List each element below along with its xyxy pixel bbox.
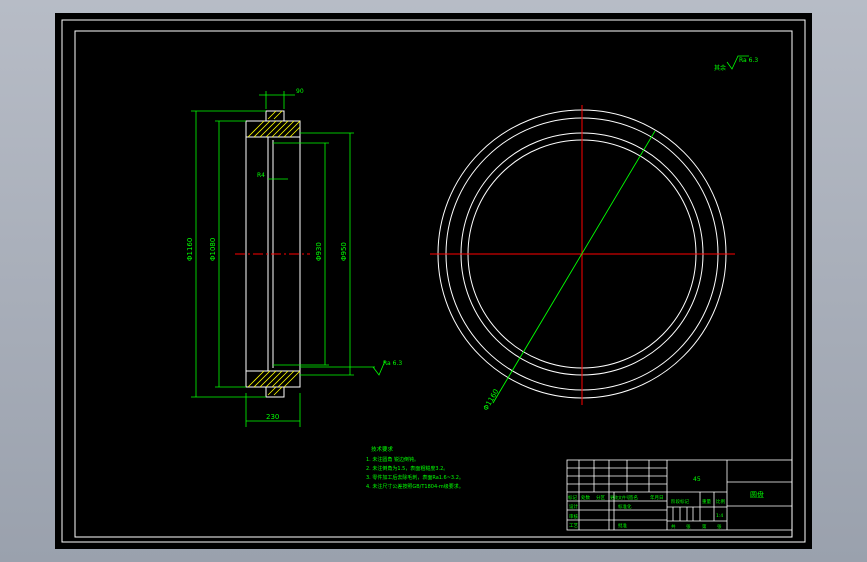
tech-heading: 技术要求 — [371, 445, 394, 453]
section-view[interactable]: Φ1160 Φ1080 Φ930 Φ950 230 90 R4 Ra 6.3 — [186, 88, 402, 427]
weight-label: 重量 — [702, 498, 711, 505]
cad-viewer: Φ1160 Φ1080 Φ930 Φ950 230 90 R4 Ra 6.3 Φ… — [0, 0, 867, 562]
sheet-label-3: 第 — [702, 523, 707, 530]
row-label-review: 审核 — [569, 513, 578, 520]
dim-rib: 90 — [296, 88, 304, 95]
dim-inner: Φ950 — [340, 242, 348, 261]
dim-overall-outer: Φ1160 — [186, 238, 194, 261]
dim-width: 230 — [266, 413, 279, 421]
stage-label: 阶段标记 — [671, 498, 689, 505]
dim-bore: Φ930 — [315, 242, 323, 261]
bottom-flange — [245, 370, 301, 398]
front-view[interactable]: Φ1160 — [430, 105, 735, 412]
title-block[interactable]: 标记 处数 分区 更改文件号 签名 年月日 设计 审核 工艺 批准 标准化 45… — [566, 459, 793, 531]
col-label-3: 分区 — [596, 494, 605, 501]
front-diameter-leader — [492, 130, 656, 404]
inner-border — [74, 30, 793, 538]
part-name: 圆盘 — [750, 490, 764, 499]
outer-border — [61, 19, 806, 543]
dim-groove: R4 — [257, 172, 265, 179]
col-label-6: 年月日 — [650, 494, 664, 501]
row-label-design: 设计 — [569, 503, 578, 510]
tech-item-4: 4. 未注尺寸公差按照GB/T1804-m级要求。 — [366, 483, 464, 490]
dim-outer: Φ1080 — [209, 238, 217, 261]
col-label-1: 标记 — [568, 494, 577, 501]
drawing-sheet: Φ1160 Φ1080 Φ930 Φ950 230 90 R4 Ra 6.3 Φ… — [55, 13, 812, 549]
tech-item-2: 2. 未注倒角为1.5，表面粗糙度3.2。 — [366, 465, 448, 472]
scale-label: 比例 — [716, 498, 725, 505]
section-roughness: Ra 6.3 — [383, 360, 402, 367]
col-label-2: 处数 — [581, 494, 590, 501]
col-label-4: 更改文件号 — [610, 494, 630, 500]
tech-requirements: 技术要求 1. 未注圆角 锐边倒钝。 2. 未注倒角为1.5，表面粗糙度3.2。… — [366, 445, 464, 490]
sheet-label-1: 共 — [671, 523, 676, 530]
front-dim-diameter: Φ1160 — [482, 388, 501, 412]
sheet-label-4: 张 — [717, 523, 722, 530]
std-label: 标准化 — [618, 503, 632, 510]
bottom-flange-hatch — [247, 370, 301, 396]
top-flange-hatch — [247, 110, 301, 138]
tech-item-1: 1. 未注圆角 锐边倒钝。 — [366, 456, 419, 463]
drawing-canvas[interactable]: Φ1160 Φ1080 Φ930 Φ950 230 90 R4 Ra 6.3 Φ… — [55, 13, 812, 549]
col-label-5: 签名 — [629, 494, 638, 501]
roughness-value: Ra 6.3 — [739, 57, 758, 64]
scale-value: 1:4 — [716, 513, 723, 519]
tech-item-3: 3. 零件加工后去除毛刺，表面Ra1.6~3.2。 — [366, 474, 464, 481]
roughness-prefix: 其余 — [714, 64, 726, 72]
material: 45 — [693, 476, 701, 483]
row-label-process: 工艺 — [569, 523, 578, 529]
sheet-label-2: 张 — [686, 523, 691, 530]
general-roughness: 其余 Ra 6.3 — [714, 55, 758, 72]
approve-label: 批准 — [618, 522, 627, 529]
